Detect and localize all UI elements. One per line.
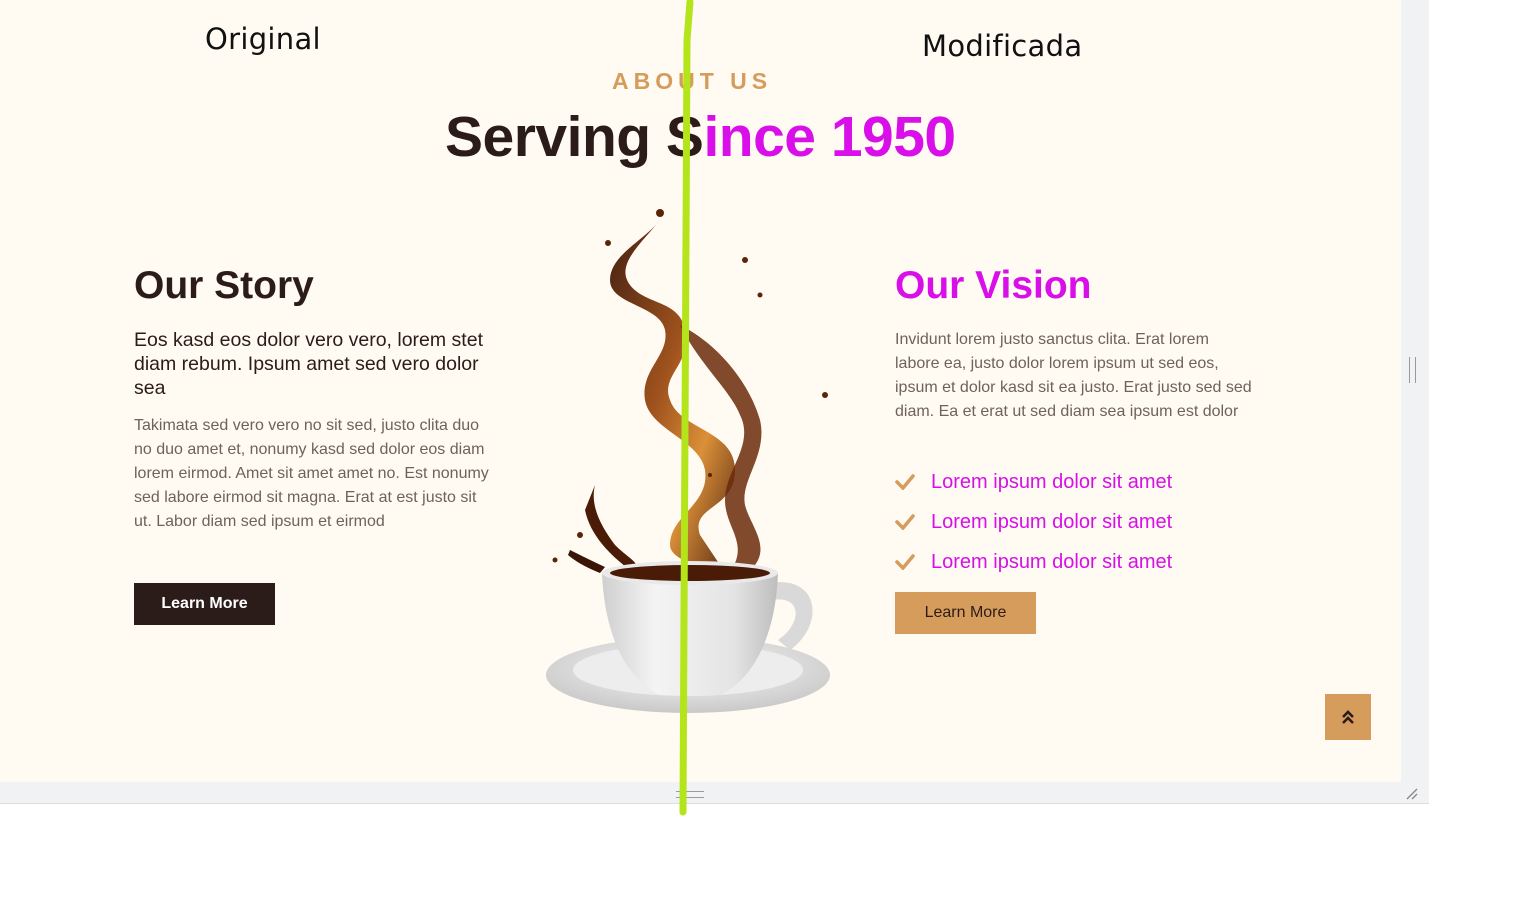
our-story-title: Our Story	[134, 264, 314, 307]
our-story-lead: Eos kasd eos dolor vero vero, lorem stet…	[134, 329, 483, 399]
section-headline: Serving Since 1950	[445, 104, 956, 170]
our-vision-title: Our Vision	[895, 264, 1092, 307]
checklist-item-label: Lorem ipsum dolor sit amet	[931, 550, 1173, 573]
vertical-scrollbar[interactable]	[1401, 0, 1429, 800]
modified-label: Modificada	[922, 29, 1083, 63]
checklist-item-label: Lorem ipsum dolor sit amet	[931, 510, 1173, 533]
our-vision-body: Invidunt lorem justo sanctus clita. Erat…	[895, 331, 1252, 420]
headline-modified-part: ince 1950	[703, 105, 956, 169]
story-learn-more-button[interactable]: Learn More	[134, 583, 275, 625]
headline-original-part: Serving S	[445, 105, 704, 169]
about-section: ABOUT US Serving Since 1950 Our Story Eo…	[0, 0, 1401, 782]
our-story-body: Takimata sed vero vero no sit sed, justo…	[134, 417, 489, 530]
vertical-resize-grip[interactable]	[1409, 357, 1416, 383]
double-chevron-up-icon	[1342, 710, 1354, 724]
checklist-item: Lorem ipsum dolor sit amet	[895, 502, 1172, 542]
checklist-item: Lorem ipsum dolor sit amet	[895, 542, 1172, 582]
horizontal-scrollbar[interactable]	[0, 782, 1429, 804]
checklist-item: Lorem ipsum dolor sit amet	[895, 462, 1172, 502]
check-icon	[895, 474, 915, 490]
vision-learn-more-button[interactable]: Learn More	[895, 592, 1036, 634]
check-icon	[895, 514, 915, 530]
original-label: Original	[205, 22, 321, 56]
checklist-item-label: Lorem ipsum dolor sit amet	[931, 470, 1173, 493]
coffee-cup-splash-image	[546, 209, 830, 713]
horizontal-resize-grip[interactable]	[676, 791, 704, 798]
vision-checklist: Lorem ipsum dolor sit amet Lorem ipsum d…	[895, 462, 1172, 582]
back-to-top-button[interactable]	[1325, 694, 1371, 740]
check-icon	[895, 554, 915, 570]
resize-corner-icon[interactable]	[1404, 786, 1418, 800]
section-eyebrow: ABOUT US	[612, 68, 773, 94]
